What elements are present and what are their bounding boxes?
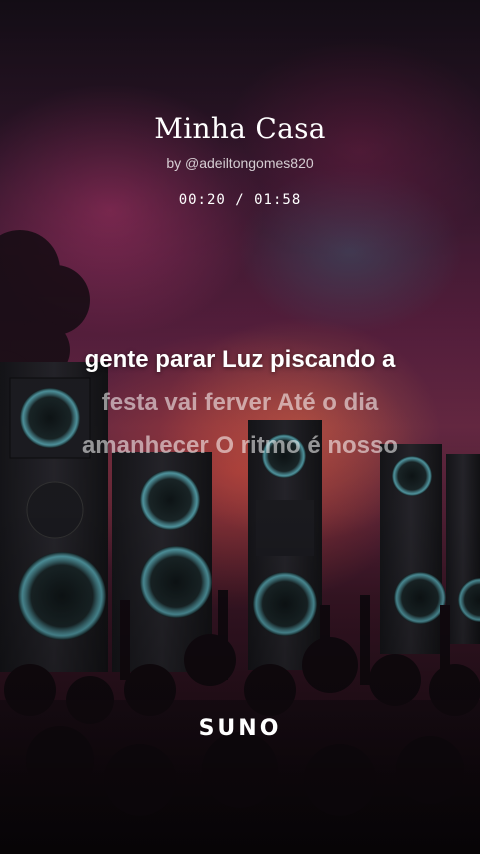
playback-time: 00:20 / 01:58 xyxy=(178,192,302,208)
song-title: Minha Casa xyxy=(154,112,326,145)
suno-logo[interactable]: SUNO xyxy=(0,716,480,741)
artist-byline[interactable]: by @adeiltongomes820 xyxy=(0,155,480,171)
lyric-line-next: amanhecer O ritmo é nosso xyxy=(81,432,399,459)
lyric-line-current: gente parar Luz piscando a xyxy=(84,346,396,373)
lyrics-panel: gente parar Luz piscando a festa vai fer… xyxy=(0,338,480,467)
player-screen: Minha Casa by @adeiltongomes820 00:20 / … xyxy=(0,0,480,854)
lyric-line-next: festa vai ferver Até o dia xyxy=(101,389,379,416)
